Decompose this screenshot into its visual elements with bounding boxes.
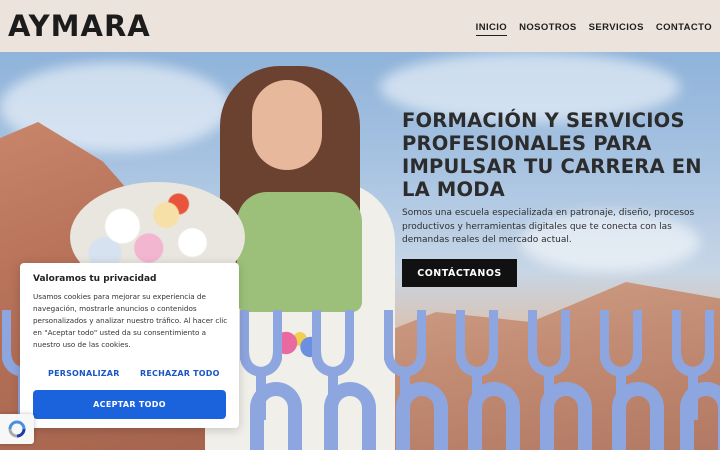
customize-cookies-button[interactable]: PERSONALIZAR	[48, 369, 120, 378]
recaptcha-icon	[8, 420, 26, 438]
arch-pattern-icon	[396, 382, 448, 450]
main-nav: INICIO NOSOTROS SERVICIOS CONTACTO	[475, 22, 712, 36]
arch-pattern-icon	[612, 382, 664, 450]
accept-all-button[interactable]: ACEPTAR TODO	[33, 390, 226, 419]
nav-item-servicios[interactable]: SERVICIOS	[589, 22, 644, 36]
cookie-consent-panel: Valoramos tu privacidad Usamos cookies p…	[20, 263, 239, 428]
cookie-text: Usamos cookies para mejorar su experienc…	[33, 292, 228, 349]
hero-woman-vest	[237, 192, 362, 312]
arch-pattern-icon	[540, 382, 592, 450]
hero-title: FORMACIÓN Y SERVICIOS PROFESIONALES PARA…	[402, 109, 702, 201]
arch-pattern-icon	[680, 382, 720, 450]
nav-item-contacto[interactable]: CONTACTO	[656, 22, 712, 36]
arch-pattern-icon	[468, 382, 520, 450]
cookie-title: Valoramos tu privacidad	[33, 274, 157, 284]
hero-woman-face	[252, 80, 322, 170]
site-logo[interactable]: AYMARA	[8, 10, 151, 42]
contact-button[interactable]: CONTÁCTANOS	[402, 259, 517, 287]
recaptcha-badge[interactable]	[0, 414, 34, 444]
nav-item-inicio[interactable]: INICIO	[475, 22, 508, 36]
arch-pattern-icon	[324, 382, 376, 450]
reject-all-button[interactable]: RECHAZAR TODO	[140, 369, 220, 378]
site-header: AYMARA INICIO NOSOTROS SERVICIOS CONTACT…	[0, 0, 720, 52]
hero-description: Somos una escuela especializada en patro…	[402, 208, 695, 245]
nav-item-nosotros[interactable]: NOSOTROS	[519, 22, 577, 36]
arch-pattern-icon	[250, 382, 302, 450]
